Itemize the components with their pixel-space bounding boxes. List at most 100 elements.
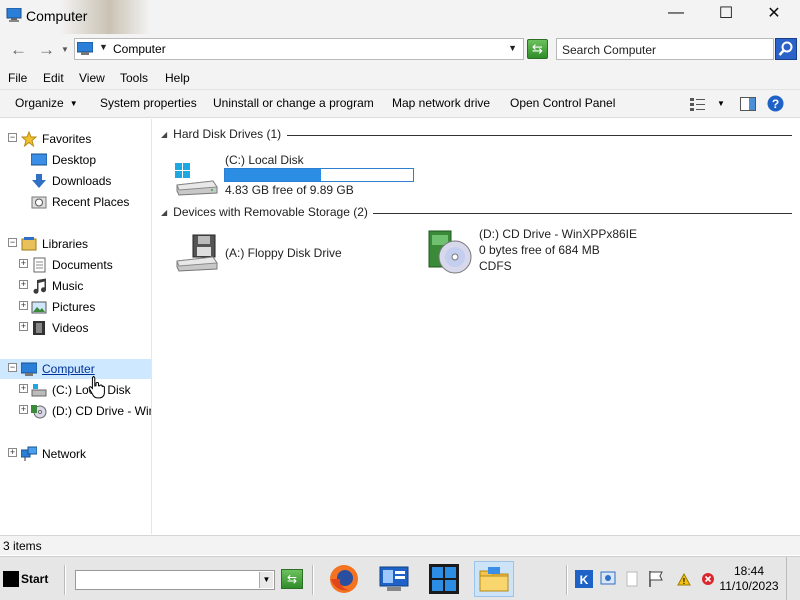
- expand-icon[interactable]: +: [19, 301, 28, 310]
- expand-icon[interactable]: +: [19, 405, 28, 414]
- drive-d-name: (D:) CD Drive - WinXPPx86IE: [479, 227, 638, 241]
- tree-libraries[interactable]: − Libraries: [0, 234, 151, 254]
- firefox-icon: [330, 565, 358, 593]
- pictures-icon: [31, 301, 47, 314]
- chevron-down-icon[interactable]: ▼: [259, 572, 273, 588]
- menu-view[interactable]: View: [79, 71, 105, 85]
- organize-label: Organize: [15, 96, 64, 110]
- back-button[interactable]: ←: [10, 40, 27, 60]
- menu-edit[interactable]: Edit: [43, 71, 64, 85]
- tree-label: Music: [52, 279, 84, 293]
- view-dropdown-icon[interactable]: ▼: [717, 99, 725, 108]
- tree-label: Documents: [52, 258, 113, 272]
- address-bar[interactable]: ▼ Computer ▼: [74, 38, 524, 60]
- menu-tools[interactable]: Tools: [120, 71, 148, 85]
- drive-c[interactable]: (C:) Local Disk 4.83 GB free of 9.89 GB: [171, 153, 431, 199]
- maximize-button[interactable]: ☐: [702, 0, 750, 26]
- drive-a[interactable]: (A:) Floppy Disk Drive: [171, 231, 401, 277]
- refresh-button[interactable]: ⇆: [527, 39, 548, 59]
- start-button[interactable]: Start: [3, 569, 48, 589]
- map-network-drive-button[interactable]: Map network drive: [392, 96, 490, 110]
- system-properties-button[interactable]: System properties: [100, 96, 197, 110]
- group-collapse-icon[interactable]: ◢: [161, 130, 167, 139]
- recent-pages-dropdown-icon[interactable]: ▼: [61, 45, 69, 54]
- drive-d[interactable]: (D:) CD Drive - WinXPPx86IE 0 bytes free…: [423, 227, 683, 277]
- menu-bar: File Edit View Tools Help: [0, 66, 800, 90]
- tray-device-icon[interactable]: [622, 569, 642, 589]
- address-dropdown-icon[interactable]: ▼: [508, 43, 517, 53]
- libraries-icon: [21, 237, 37, 251]
- tiles-icon: [429, 564, 459, 594]
- control-panel-taskbar-button[interactable]: [374, 561, 414, 597]
- breadcrumb-arrow-icon[interactable]: ▼: [99, 42, 108, 52]
- tree-computer[interactable]: − Computer: [0, 359, 151, 379]
- start-tiles-taskbar-button[interactable]: [424, 561, 464, 597]
- search-icon: [778, 41, 793, 56]
- chevron-down-icon: ▼: [69, 99, 78, 108]
- tray-flag-icon[interactable]: [646, 569, 666, 589]
- help-icon[interactable]: ?: [767, 95, 784, 112]
- collapse-icon[interactable]: −: [8, 363, 17, 372]
- tray-warning-icon[interactable]: !: [674, 569, 694, 589]
- group-collapse-icon[interactable]: ◢: [161, 208, 167, 217]
- breadcrumb[interactable]: Computer: [113, 42, 166, 56]
- tray-error-icon[interactable]: [698, 569, 718, 589]
- expand-icon[interactable]: +: [19, 259, 28, 268]
- expand-icon[interactable]: +: [19, 322, 28, 331]
- taskbar-clock[interactable]: 18:44 11/10/2023: [716, 564, 782, 594]
- navigation-pane: − Favorites Desktop Downloads Recent Pla…: [0, 119, 152, 534]
- menu-help[interactable]: Help: [165, 71, 190, 85]
- show-desktop-button[interactable]: [786, 557, 800, 600]
- open-control-panel-button[interactable]: Open Control Panel: [510, 96, 615, 110]
- taskbar-go-button[interactable]: ⇆: [281, 569, 303, 589]
- drive-d-free-space: 0 bytes free of 684 MB: [479, 243, 600, 257]
- tree-downloads[interactable]: Downloads: [0, 171, 151, 191]
- forward-button[interactable]: →: [38, 40, 55, 60]
- tree-desktop[interactable]: Desktop: [0, 150, 151, 170]
- tree-documents[interactable]: + Documents: [0, 255, 151, 275]
- tree-network[interactable]: + Network: [0, 444, 151, 464]
- firefox-taskbar-button[interactable]: [324, 561, 364, 597]
- taskbar-address-input[interactable]: ▼: [75, 570, 275, 590]
- tree-cd-drive[interactable]: + (D:) CD Drive - Win: [0, 401, 151, 421]
- taskbar-separator: [312, 565, 314, 595]
- svg-text:?: ?: [772, 97, 779, 111]
- download-icon: [32, 174, 46, 188]
- tree-music[interactable]: + Music: [0, 276, 151, 296]
- expand-icon[interactable]: +: [19, 384, 28, 393]
- collapse-icon[interactable]: −: [8, 133, 17, 142]
- videos-icon: [33, 321, 45, 335]
- tree-recent-places[interactable]: Recent Places: [0, 192, 151, 212]
- hard-disk-drives-group[interactable]: ◢ Hard Disk Drives (1): [161, 127, 281, 145]
- collapse-icon[interactable]: −: [8, 238, 17, 247]
- preview-pane-icon[interactable]: [740, 97, 756, 111]
- tree-videos[interactable]: + Videos: [0, 318, 151, 338]
- search-input[interactable]: Search Computer: [556, 38, 774, 60]
- group-header-label: Hard Disk Drives (1): [173, 127, 282, 141]
- expand-icon[interactable]: +: [8, 448, 17, 457]
- uninstall-program-button[interactable]: Uninstall or change a program: [213, 96, 374, 110]
- organize-button[interactable]: Organize ▼: [15, 96, 78, 110]
- hard-disk-icon: [31, 384, 47, 397]
- content-pane: ◢ Hard Disk Drives (1) (C:) Local Disk 4.…: [153, 119, 800, 534]
- desktop-icon: [31, 153, 47, 166]
- minimize-button[interactable]: —: [652, 0, 700, 26]
- tray-ime-icon[interactable]: K: [574, 569, 594, 589]
- title-bar: Computer — ☐ ✕: [0, 0, 800, 34]
- drive-c-capacity-bar: [224, 168, 414, 182]
- tree-favorites[interactable]: − Favorites: [0, 129, 151, 149]
- expand-icon[interactable]: +: [19, 280, 28, 289]
- svg-text:K: K: [580, 573, 589, 587]
- tree-label: Network: [42, 447, 87, 461]
- search-button[interactable]: [775, 38, 797, 60]
- view-options-icon[interactable]: [690, 97, 706, 111]
- menu-file[interactable]: File: [8, 71, 27, 85]
- removable-storage-group[interactable]: ◢ Devices with Removable Storage (2): [161, 205, 368, 223]
- explorer-taskbar-button[interactable]: [474, 561, 514, 597]
- tray-monitor-icon[interactable]: [598, 569, 618, 589]
- network-icon: [21, 446, 37, 461]
- tree-label: Downloads: [52, 174, 112, 188]
- tree-pictures[interactable]: + Pictures: [0, 297, 151, 317]
- close-button[interactable]: ✕: [750, 0, 798, 26]
- tree-local-disk[interactable]: + (C:) Local Disk: [0, 380, 151, 400]
